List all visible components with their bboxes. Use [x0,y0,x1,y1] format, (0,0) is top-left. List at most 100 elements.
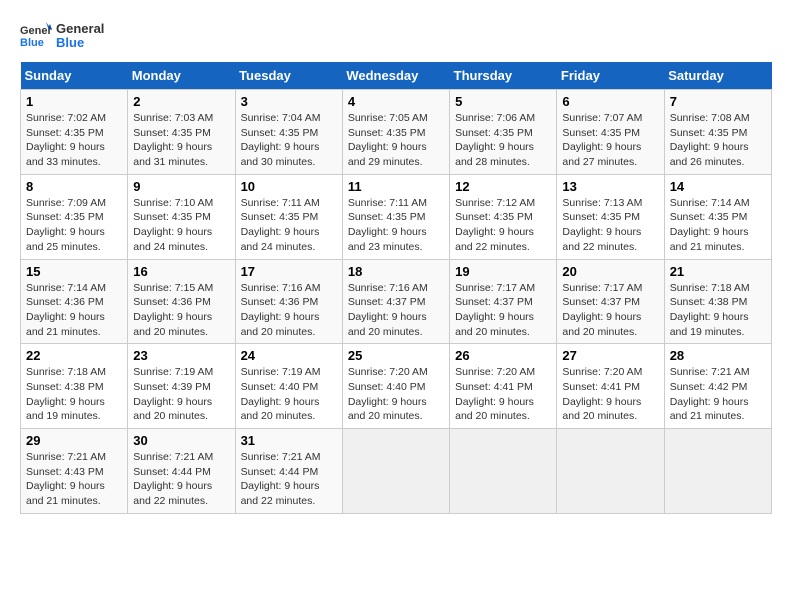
svg-text:Blue: Blue [20,37,44,49]
calendar-day: 13 Sunrise: 7:13 AMSunset: 4:35 PMDayligh… [557,174,664,259]
weekday-header-saturday: Saturday [664,62,771,90]
day-number: 30 [133,433,229,448]
day-number: 14 [670,179,766,194]
day-number: 19 [455,264,551,279]
day-detail: Sunrise: 7:03 AMSunset: 4:35 PMDaylight:… [133,111,229,170]
calendar-day: 26 Sunrise: 7:20 AMSunset: 4:41 PMDayligh… [450,344,557,429]
calendar-day: 6 Sunrise: 7:07 AMSunset: 4:35 PMDaylight… [557,90,664,175]
calendar-day: 19 Sunrise: 7:17 AMSunset: 4:37 PMDayligh… [450,259,557,344]
calendar-day: 9Sunrise: 7:10 AMSunset: 4:35 PMDaylight… [128,174,235,259]
calendar-day: 7 Sunrise: 7:08 AMSunset: 4:35 PMDaylight… [664,90,771,175]
day-detail: Sunrise: 7:20 AMSunset: 4:41 PMDaylight:… [455,365,551,424]
calendar-day [664,429,771,514]
weekday-header-thursday: Thursday [450,62,557,90]
day-detail: Sunrise: 7:14 AMSunset: 4:36 PMDaylight:… [26,281,122,340]
logo-icon: General Blue [20,20,52,52]
calendar-day: 28 Sunrise: 7:21 AMSunset: 4:42 PMDayligh… [664,344,771,429]
day-number: 28 [670,348,766,363]
calendar-day: 24 Sunrise: 7:19 AMSunset: 4:40 PMDayligh… [235,344,342,429]
day-detail: Sunrise: 7:19 AMSunset: 4:40 PMDaylight:… [241,365,337,424]
calendar-day: 5 Sunrise: 7:06 AMSunset: 4:35 PMDaylight… [450,90,557,175]
day-detail: Sunrise: 7:06 AMSunset: 4:35 PMDaylight:… [455,111,551,170]
calendar-day: 11 Sunrise: 7:11 AMSunset: 4:35 PMDayligh… [342,174,449,259]
svg-text:General: General [20,25,52,37]
calendar-day [342,429,449,514]
calendar-day: 14 Sunrise: 7:14 AMSunset: 4:35 PMDayligh… [664,174,771,259]
day-number: 16 [133,264,229,279]
calendar-day: 18 Sunrise: 7:16 AMSunset: 4:37 PMDayligh… [342,259,449,344]
day-number: 18 [348,264,444,279]
calendar-day: 31 Sunrise: 7:21 AMSunset: 4:44 PMDayligh… [235,429,342,514]
day-detail: Sunrise: 7:20 AMSunset: 4:40 PMDaylight:… [348,365,444,424]
day-number: 8 [26,179,122,194]
day-number: 7 [670,94,766,109]
calendar-day: 16 Sunrise: 7:15 AMSunset: 4:36 PMDayligh… [128,259,235,344]
calendar-day: 12Sunrise: 7:12 AMSunset: 4:35 PMDayligh… [450,174,557,259]
calendar-day: 15 Sunrise: 7:14 AMSunset: 4:36 PMDayligh… [21,259,128,344]
day-number: 6 [562,94,658,109]
day-number: 15 [26,264,122,279]
calendar-day: 30 Sunrise: 7:21 AMSunset: 4:44 PMDayligh… [128,429,235,514]
day-number: 4 [348,94,444,109]
page-header: General Blue General Blue [20,20,772,52]
day-detail: Sunrise: 7:09 AMSunset: 4:35 PMDaylight:… [26,196,122,255]
day-number: 29 [26,433,122,448]
day-detail: Sunrise: 7:21 AMSunset: 4:43 PMDaylight:… [26,450,122,509]
calendar-table: SundayMondayTuesdayWednesdayThursdayFrid… [20,62,772,514]
day-detail: Sunrise: 7:14 AMSunset: 4:35 PMDaylight:… [670,196,766,255]
day-detail: Sunrise: 7:21 AMSunset: 4:44 PMDaylight:… [133,450,229,509]
day-number: 24 [241,348,337,363]
day-detail: Sunrise: 7:21 AMSunset: 4:44 PMDaylight:… [241,450,337,509]
day-detail: Sunrise: 7:16 AMSunset: 4:37 PMDaylight:… [348,281,444,340]
calendar-day: 10Sunrise: 7:11 AMSunset: 4:35 PMDayligh… [235,174,342,259]
calendar-day: 22 Sunrise: 7:18 AMSunset: 4:38 PMDayligh… [21,344,128,429]
day-number: 22 [26,348,122,363]
day-detail: Sunrise: 7:19 AMSunset: 4:39 PMDaylight:… [133,365,229,424]
day-number: 11 [348,179,444,194]
logo-name-blue: Blue [56,36,104,50]
calendar-day: 17Sunrise: 7:16 AMSunset: 4:36 PMDayligh… [235,259,342,344]
day-number: 5 [455,94,551,109]
day-detail: Sunrise: 7:05 AMSunset: 4:35 PMDaylight:… [348,111,444,170]
weekday-header-tuesday: Tuesday [235,62,342,90]
day-detail: Sunrise: 7:02 AMSunset: 4:35 PMDaylight:… [26,111,122,170]
weekday-header-friday: Friday [557,62,664,90]
calendar-day: 4 Sunrise: 7:05 AMSunset: 4:35 PMDaylight… [342,90,449,175]
day-detail: Sunrise: 7:15 AMSunset: 4:36 PMDaylight:… [133,281,229,340]
weekday-header-sunday: Sunday [21,62,128,90]
day-detail: Sunrise: 7:21 AMSunset: 4:42 PMDaylight:… [670,365,766,424]
calendar-week-1: 1 Sunrise: 7:02 AMSunset: 4:35 PMDaylight… [21,90,772,175]
day-number: 9 [133,179,229,194]
day-number: 13 [562,179,658,194]
day-detail: Sunrise: 7:18 AMSunset: 4:38 PMDaylight:… [670,281,766,340]
weekday-header-wednesday: Wednesday [342,62,449,90]
calendar-day: 1 Sunrise: 7:02 AMSunset: 4:35 PMDaylight… [21,90,128,175]
day-detail: Sunrise: 7:08 AMSunset: 4:35 PMDaylight:… [670,111,766,170]
day-detail: Sunrise: 7:17 AMSunset: 4:37 PMDaylight:… [455,281,551,340]
day-detail: Sunrise: 7:07 AMSunset: 4:35 PMDaylight:… [562,111,658,170]
day-number: 20 [562,264,658,279]
calendar-day: 23Sunrise: 7:19 AMSunset: 4:39 PMDayligh… [128,344,235,429]
day-detail: Sunrise: 7:17 AMSunset: 4:37 PMDaylight:… [562,281,658,340]
day-number: 21 [670,264,766,279]
day-detail: Sunrise: 7:18 AMSunset: 4:38 PMDaylight:… [26,365,122,424]
day-detail: Sunrise: 7:11 AMSunset: 4:35 PMDaylight:… [348,196,444,255]
calendar-day: 2Sunrise: 7:03 AMSunset: 4:35 PMDaylight… [128,90,235,175]
calendar-day: 29 Sunrise: 7:21 AMSunset: 4:43 PMDayligh… [21,429,128,514]
day-detail: Sunrise: 7:12 AMSunset: 4:35 PMDaylight:… [455,196,551,255]
logo-name-general: General [56,22,104,36]
weekday-header-monday: Monday [128,62,235,90]
calendar-week-2: 8 Sunrise: 7:09 AMSunset: 4:35 PMDaylight… [21,174,772,259]
calendar-day: 20 Sunrise: 7:17 AMSunset: 4:37 PMDayligh… [557,259,664,344]
day-number: 31 [241,433,337,448]
day-number: 25 [348,348,444,363]
day-number: 1 [26,94,122,109]
day-number: 27 [562,348,658,363]
calendar-day: 3Sunrise: 7:04 AMSunset: 4:35 PMDaylight… [235,90,342,175]
calendar-week-5: 29 Sunrise: 7:21 AMSunset: 4:43 PMDayligh… [21,429,772,514]
day-number: 26 [455,348,551,363]
calendar-week-4: 22 Sunrise: 7:18 AMSunset: 4:38 PMDayligh… [21,344,772,429]
day-detail: Sunrise: 7:13 AMSunset: 4:35 PMDaylight:… [562,196,658,255]
calendar-day [557,429,664,514]
day-detail: Sunrise: 7:20 AMSunset: 4:41 PMDaylight:… [562,365,658,424]
